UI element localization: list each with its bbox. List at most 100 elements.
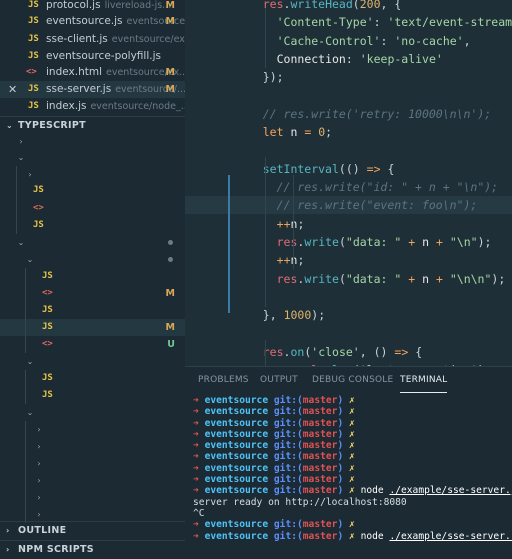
open-editor-eventsource-js[interactable]: JS eventsource.jseventsource/li...M [0,13,185,30]
prompt-directory: eventsource [204,428,269,440]
code-line[interactable] [185,288,512,306]
js-file-icon: JS [28,0,39,10]
prompt-branch: master [302,395,338,406]
terminal-command-arg: ./example/sse-server.js [389,485,512,497]
js-file-icon: JS [28,101,39,111]
bracket-pair-indicator [228,175,230,313]
code-line[interactable] [185,324,512,342]
html-file-icon: <> [33,203,44,213]
prompt-git-label: git:( [273,530,303,542]
js-file-icon: JS [33,185,44,195]
code-line[interactable] [185,141,512,159]
file-name: index.html [46,66,102,78]
code-line[interactable]: 'Cache-Control': 'no-cache', [185,32,512,50]
prompt-git-close: ) [337,530,344,542]
code-line[interactable]: res.on('close', () => { [185,343,512,361]
code-text: // res.write("event: foo\n"); [276,198,478,213]
file-path-description: eventsource/li... [126,16,186,27]
code-line[interactable]: // res.write("id: " + n + "\n"); [185,178,512,196]
open-editor-eventsource-polyfill-js[interactable]: JS eventsource-polyfill.js [0,48,185,65]
tree-file-foo-js[interactable]: JS [0,182,185,199]
open-editor-sse-server-js[interactable]: ✕ JS sse-server.js eventsource/... M [0,81,185,98]
prompt-git-label: git:( [273,417,303,429]
code-editor[interactable]: res.writeHead(200, { 'Content-Type': 'te… [185,0,512,366]
prompt-git-close: ) [337,519,344,531]
terminal-prompt-line: ➜ eventsource git:(master) ✗ node ./exam… [193,485,512,496]
folder-node-modules[interactable]: ⌄ [0,404,185,421]
close-icon[interactable]: ✕ [8,81,17,98]
tab-output[interactable]: OUTPUT [260,367,298,393]
file-name: protocol.js [46,0,101,11]
section-outline[interactable]: › OUTLINE [0,521,185,540]
tree-file-sse-server-js[interactable]: JS M [0,319,185,336]
folder-example[interactable]: ⌄ [0,251,185,268]
code-line[interactable]: // res.write('retry: 10000\n\n'); [185,105,512,123]
code-line[interactable]: // res.write("event: foo\n"); [185,196,512,214]
folder-acorn-dynamic-import[interactable]: › [0,472,185,489]
tree-file-index-html[interactable]: <> M [0,285,185,302]
folder-dist[interactable]: ⌄ [0,149,185,166]
tree-file-sse-client-js[interactable]: JS [0,302,185,319]
code-line[interactable]: ++n; [185,251,512,269]
folder-blog[interactable]: › [0,133,185,150]
folder-acorn-jsx[interactable]: › [0,489,185,506]
tab-terminal[interactable]: TERMINAL [400,367,448,393]
git-status-badge: M [165,16,175,27]
folder-lib[interactable]: ⌄ [0,353,185,370]
folder-test[interactable]: › [0,166,185,183]
prompt-arrow-icon: ➜ [193,462,199,474]
prompt-git-label: git:( [273,462,303,474]
modified-dot-icon [168,240,173,245]
folder-eventsource[interactable]: ⌄ [0,234,185,251]
chevron-right-icon: › [6,545,10,554]
git-status-badge: M [165,67,175,78]
section-npm-scripts[interactable]: › NPM SCRIPTS [0,540,185,559]
indent-guide [25,370,26,404]
indent-guide [265,8,266,68]
code-text: }, 1000); [262,308,326,323]
code-line[interactable]: }); [185,68,512,86]
open-editor-index-html[interactable]: <> index.html eventsource/ex... M [0,64,185,81]
tree-file-eventsource-polyfill-js[interactable]: JS [0,370,185,387]
prompt-git-close: ) [337,474,344,486]
tab-debug-console[interactable]: DEBUG CONSOLE [312,367,393,393]
code-line[interactable]: }, 1000); [185,306,512,324]
html-file-icon: <> [42,288,53,298]
chevron-right-icon: › [37,459,41,468]
tree-file-index-html[interactable]: <> [0,200,185,217]
code-line[interactable]: setInterval(() => { [185,160,512,178]
open-editor-sse-client-js[interactable]: JS sse-client.jseventsource/ex... [0,31,185,48]
tree-file-eventsource-js[interactable]: JS [0,387,185,404]
terminal-output[interactable]: ➜ eventsource git:(master) ✗ ➜ eventsourc… [193,395,512,542]
chevron-down-icon: ⌄ [26,357,34,366]
folder-accepts[interactable]: › [0,438,185,455]
prompt-directory: eventsource [204,395,269,406]
prompt-git-label: git:( [273,485,303,497]
code-line[interactable]: ++n; [185,215,512,233]
terminal-prompt-line: ➜ eventsource git:(master) ✗ [193,519,512,530]
open-editor-protocol-js[interactable]: JS protocol.js livereload-js... M [0,0,185,14]
folder-acorn[interactable]: › [0,455,185,472]
tab-problems[interactable]: PROBLEMS [198,367,249,393]
code-line[interactable]: 'Content-Type': 'text/event-stream', [185,13,512,31]
code-line[interactable]: let n = 0; [185,123,512,141]
prompt-branch: master [302,462,338,474]
open-editor-index-js[interactable]: JS index.js eventsource/node_... [0,98,185,115]
tree-file-eventsource-polyfill-js[interactable]: JS [0,268,185,285]
chevron-right-icon: › [37,442,41,451]
code-line[interactable] [185,87,512,105]
terminal-prompt-line: ➜ eventsource git:(master) ✗ [193,440,512,451]
code-line[interactable]: Connection: 'keep-alive' [185,50,512,68]
folder-bin[interactable]: › [0,421,185,438]
prompt-git-close: ) [337,451,344,463]
code-line[interactable]: res.write("data: " + n + "\n\n"); [185,270,512,288]
terminal-output-line: ^C [193,507,205,519]
code-line[interactable]: res.write("data: " + n + "\n"); [185,233,512,251]
js-file-icon: JS [42,305,53,315]
tree-file-test-html[interactable]: <> U [0,336,185,353]
tree-file-index-js[interactable]: JS [0,217,185,234]
file-name: eventsource.js [46,15,123,27]
code-line[interactable]: res.writeHead(200, { [185,0,512,13]
git-status-badge: M [165,288,175,299]
prompt-branch: master [302,428,338,440]
